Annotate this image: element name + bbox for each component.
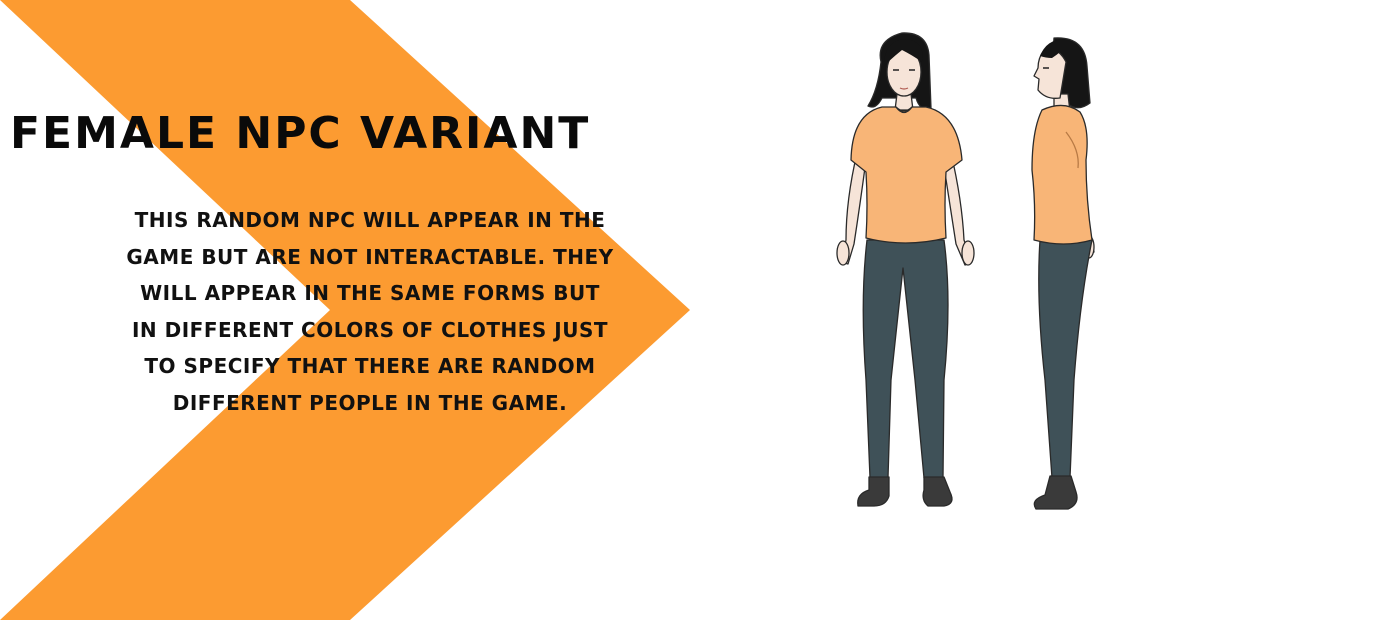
description-line: IN DIFFERENT COLORS OF CLOTHES JUST bbox=[131, 317, 609, 342]
female-npc-front-view bbox=[836, 32, 975, 507]
npc-description: THIS RANDOM NPC WILL APPEAR IN THE GAME … bbox=[90, 202, 650, 421]
npc-character-art bbox=[836, 32, 1095, 510]
description-line: WILL APPEAR IN THE SAME FORMS BUT bbox=[140, 281, 600, 305]
description-line: THIS RANDOM NPC WILL APPEAR IN THE bbox=[134, 208, 606, 232]
description-line: DIFFERENT PEOPLE IN THE GAME. bbox=[172, 390, 568, 415]
female-npc-side-view bbox=[1031, 37, 1095, 510]
description-line: TO SPECIFY THAT THERE ARE RANDOM bbox=[144, 354, 596, 378]
page-title: FEMALE NPC VARIANT bbox=[10, 108, 591, 159]
description-line: GAME BUT ARE NOT INTERACTABLE. THEY bbox=[126, 244, 614, 269]
